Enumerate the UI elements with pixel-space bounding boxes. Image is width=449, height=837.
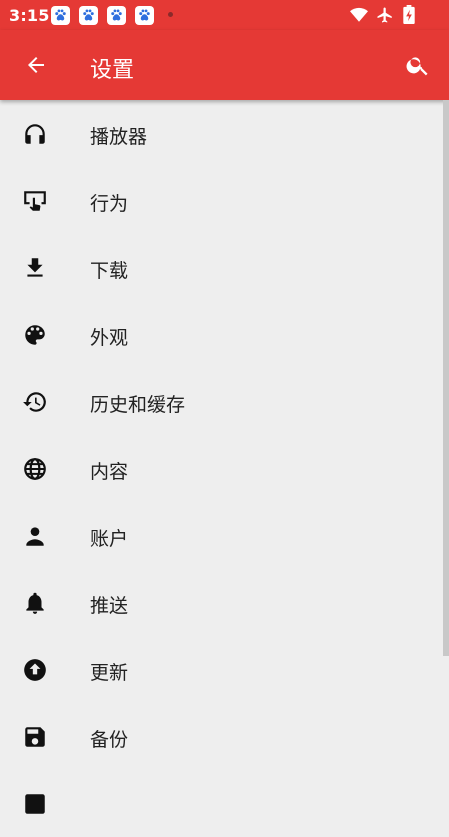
back-button[interactable]	[18, 47, 54, 83]
wifi-icon	[350, 7, 368, 22]
settings-item-account[interactable]: 账户	[0, 502, 443, 569]
settings-item-label: 历史和缓存	[90, 394, 186, 416]
settings-item-label: 外观	[90, 327, 129, 349]
page-title: 设置	[90, 58, 135, 83]
upload-circle-icon	[24, 659, 46, 681]
settings-item-label: 更新	[90, 662, 129, 684]
status-bar: 3:15	[0, 0, 449, 30]
settings-item-label: 播放器	[90, 126, 148, 148]
settings-item-behavior[interactable]: 行为	[0, 167, 443, 234]
settings-item-partial[interactable]	[0, 770, 443, 837]
save-icon	[25, 727, 45, 747]
settings-item-label: 账户	[90, 528, 129, 550]
globe-icon	[24, 458, 46, 480]
settings-item-label: 下载	[90, 260, 129, 282]
bell-icon	[26, 592, 44, 614]
headphones-icon	[25, 124, 45, 144]
settings-item-backup[interactable]: 备份	[0, 703, 443, 770]
settings-item-label: 推送	[90, 595, 129, 617]
download-icon	[27, 258, 43, 277]
settings-item-download[interactable]: 下载	[0, 234, 443, 301]
dot-icon	[168, 12, 173, 17]
baidu-icon	[107, 6, 126, 25]
baidu-icon	[79, 6, 98, 25]
status-time: 3:15	[9, 6, 50, 25]
settings-item-update[interactable]: 更新	[0, 636, 443, 703]
baidu-icon	[135, 6, 154, 25]
battery-icon	[403, 5, 415, 24]
settings-item-label: 行为	[90, 193, 129, 215]
scrollbar[interactable]	[443, 100, 449, 656]
arrow-left-icon	[28, 57, 44, 73]
partial-icon	[25, 794, 45, 814]
settings-item-label: 备份	[90, 729, 129, 751]
settings-item-history-cache[interactable]: 历史和缓存	[0, 368, 443, 435]
settings-item-appearance[interactable]: 外观	[0, 301, 443, 368]
settings-item-player[interactable]: 播放器	[0, 100, 443, 167]
search-button[interactable]	[400, 47, 436, 83]
history-icon	[23, 392, 46, 412]
person-icon	[26, 527, 44, 546]
baidu-icon	[51, 6, 70, 25]
settings-item-content[interactable]: 内容	[0, 435, 443, 502]
search-icon	[406, 57, 428, 76]
app-bar: 设置	[0, 30, 449, 100]
palette-icon	[25, 325, 45, 345]
settings-item-push[interactable]: 推送	[0, 569, 443, 636]
touch-screen-icon	[24, 191, 46, 211]
settings-item-label: 内容	[90, 461, 129, 483]
airplane-icon	[377, 7, 392, 23]
